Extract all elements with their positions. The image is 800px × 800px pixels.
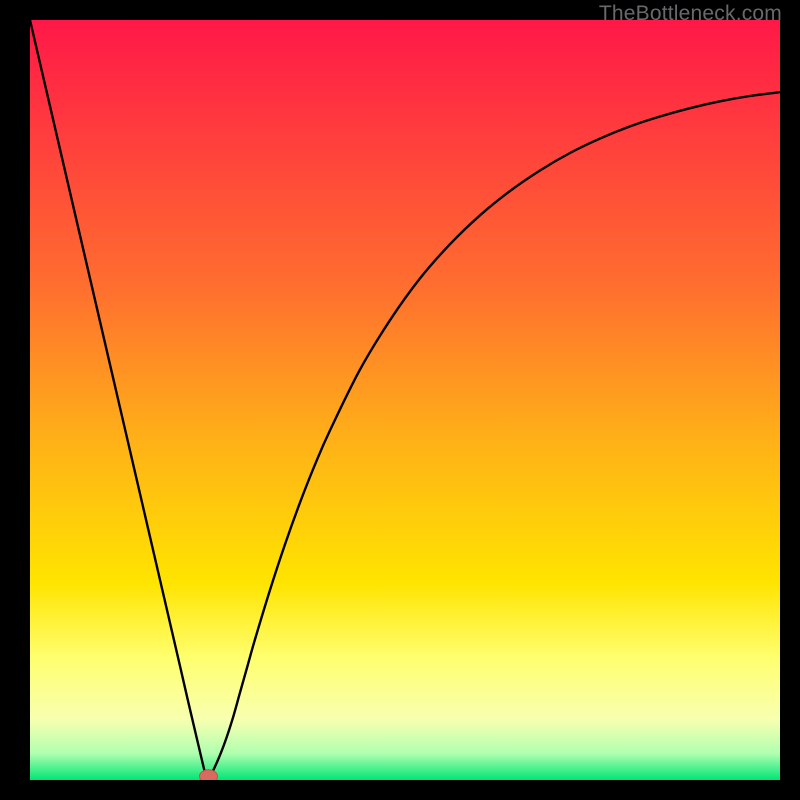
gradient-background: [30, 20, 780, 780]
optimal-point-marker: [200, 770, 218, 780]
bottleneck-chart: [30, 20, 780, 780]
chart-frame: TheBottleneck.com: [0, 0, 800, 800]
plot-area: [30, 20, 780, 780]
